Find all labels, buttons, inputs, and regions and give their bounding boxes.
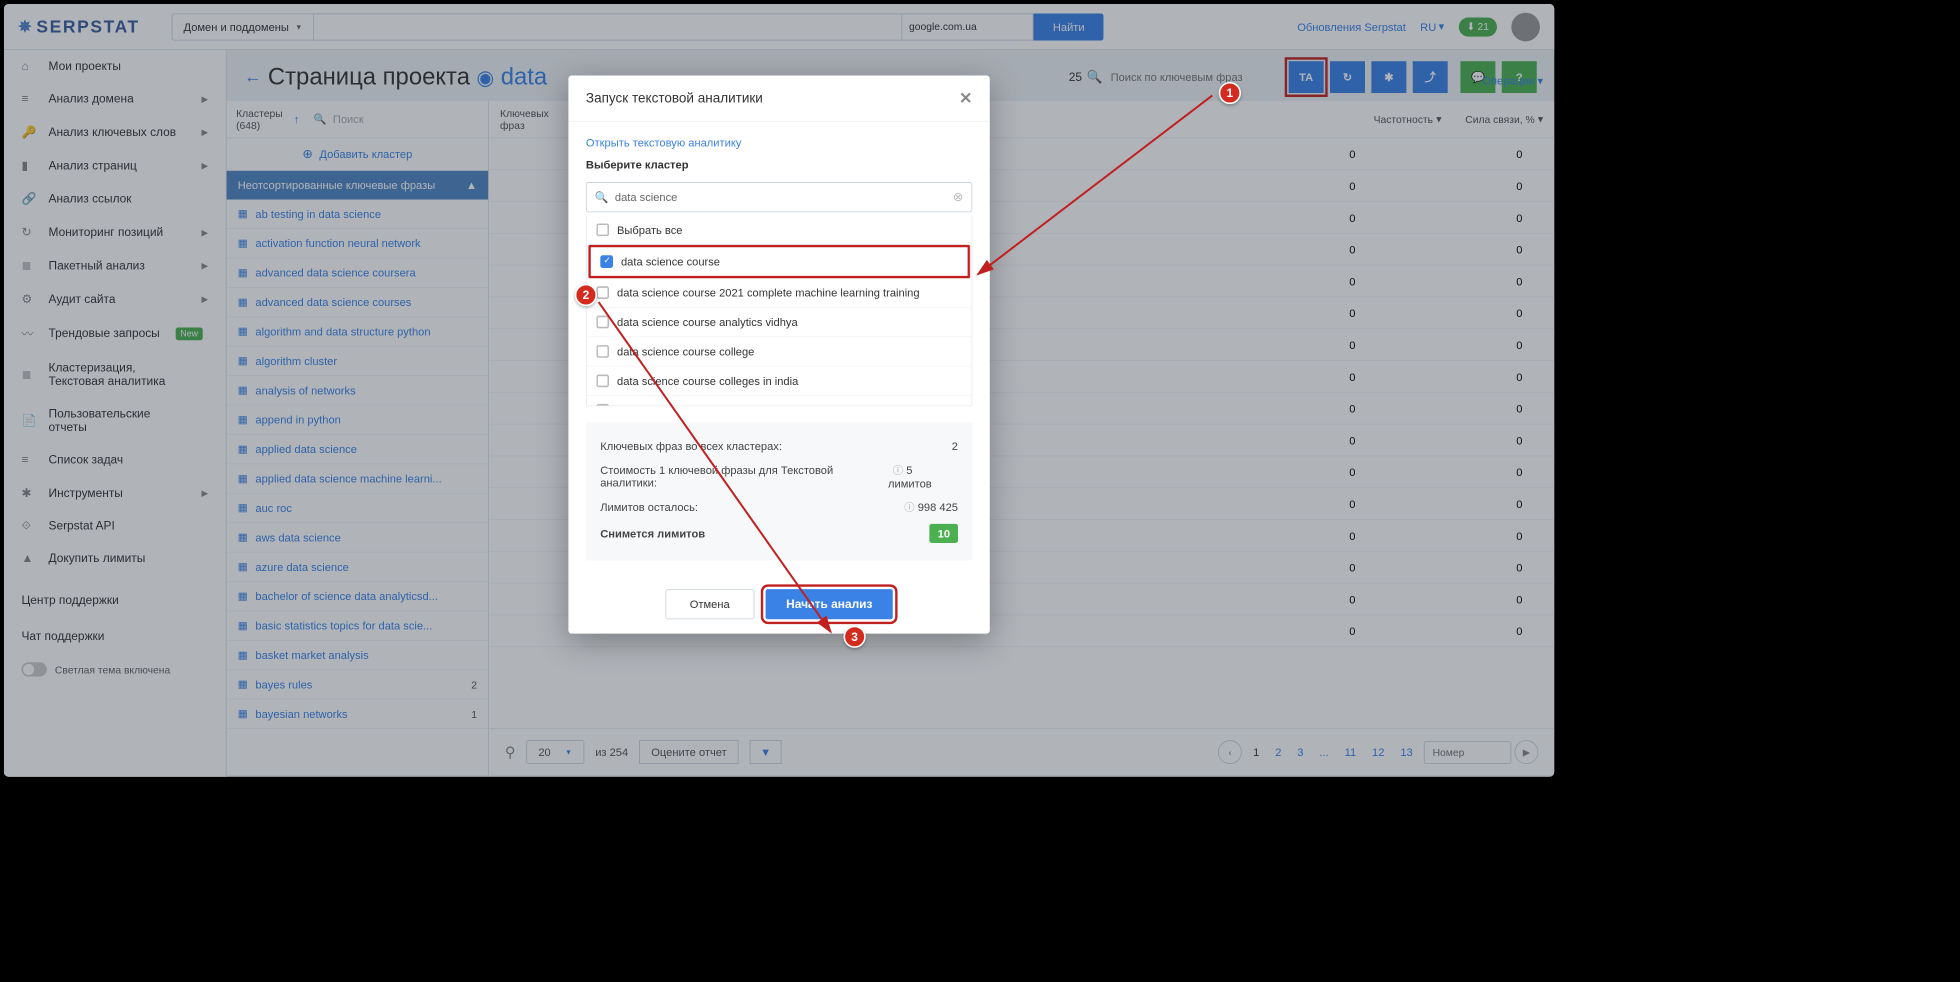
checkbox[interactable]	[596, 286, 609, 299]
callout-1: 1	[1219, 82, 1241, 104]
close-icon[interactable]: ✕	[959, 88, 972, 108]
modal-overlay: Запуск текстовой аналитики ✕ Открыть тек…	[4, 4, 1554, 777]
search-icon: 🔍	[595, 190, 609, 204]
checkbox[interactable]	[596, 223, 609, 236]
checkbox[interactable]	[600, 255, 613, 268]
cluster-option[interactable]: data science course	[588, 245, 970, 278]
checkbox[interactable]	[596, 345, 609, 358]
callout-3: 3	[843, 626, 865, 648]
cluster-option[interactable]: data science course 2021 complete machin…	[587, 278, 972, 307]
start-analysis-button[interactable]: Начать анализ	[765, 589, 893, 619]
checkbox[interactable]	[596, 404, 609, 406]
cluster-search-input[interactable]	[615, 191, 947, 204]
cluster-options-list: Выбрать все data science coursedata scie…	[586, 215, 972, 406]
modal-info-panel: Ключевых фраз во всех кластерах:2 Стоимо…	[586, 422, 972, 560]
cluster-option[interactable]: data science course analytics vidhya	[587, 308, 972, 337]
clear-icon[interactable]: ⊗	[953, 189, 964, 205]
cluster-option[interactable]: data science course colleges in kerala	[587, 396, 972, 406]
cluster-option[interactable]: data science course college	[587, 337, 972, 366]
text-analytics-modal: Запуск текстовой аналитики ✕ Открыть тек…	[568, 76, 989, 634]
callout-2: 2	[575, 284, 597, 306]
modal-title: Запуск текстовой аналитики	[586, 90, 763, 106]
cancel-button[interactable]: Отмена	[665, 589, 754, 619]
open-analytics-link[interactable]: Открыть текстовую аналитику	[586, 136, 741, 149]
select-all-option[interactable]: Выбрать все	[587, 215, 972, 244]
checkbox[interactable]	[596, 374, 609, 387]
checkbox[interactable]	[596, 316, 609, 329]
cluster-search[interactable]: 🔍 ⊗	[586, 182, 972, 212]
cluster-option[interactable]: data science course colleges in india	[587, 366, 972, 395]
choose-cluster-label: Выберите кластер	[586, 158, 972, 171]
